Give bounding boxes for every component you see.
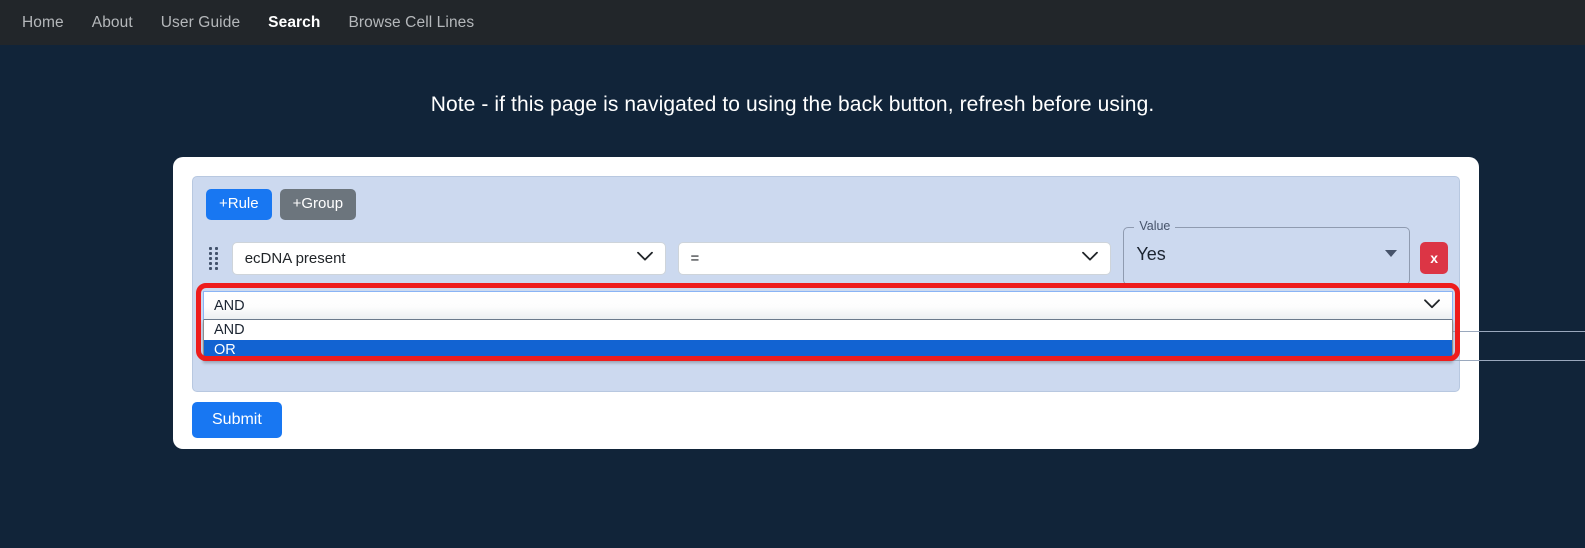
nav-link-about[interactable]: About <box>78 8 147 38</box>
chevron-down-icon <box>1424 297 1440 313</box>
field-outline <box>1123 227 1411 285</box>
rule-field-select[interactable]: ecDNA present <box>231 241 666 275</box>
add-group-button[interactable]: +Group <box>279 189 357 220</box>
submit-button[interactable]: Submit <box>192 402 282 438</box>
rule-value-text: Yes <box>1136 244 1166 264</box>
combinator-option-list: AND OR <box>203 320 1453 361</box>
caret-down-icon <box>1385 250 1398 257</box>
rule-row: ecDNA present = Value Yes x <box>206 219 1448 285</box>
rule-value-select[interactable]: Value Yes <box>1123 219 1411 285</box>
page-note: Note - if this page is navigated to usin… <box>430 93 1155 116</box>
nav-link-home[interactable]: Home <box>8 8 78 38</box>
chevron-down-icon <box>1082 249 1099 266</box>
delete-rule-button[interactable]: x <box>1420 242 1448 274</box>
rule-operator-value: = <box>690 249 700 267</box>
combinator-select-closed[interactable]: AND <box>203 291 1453 320</box>
rule-value-label: Value <box>1134 219 1176 234</box>
combinator-option-or[interactable]: OR <box>204 340 1452 360</box>
navbar: Home About User Guide Search Browse Cell… <box>0 0 1585 45</box>
add-rule-button[interactable]: +Rule <box>206 189 272 220</box>
rule-operator-select[interactable]: = <box>677 241 1112 275</box>
nav-link-browse-cell-lines[interactable]: Browse Cell Lines <box>334 8 488 38</box>
drag-handle-icon[interactable] <box>206 246 222 270</box>
chevron-down-icon <box>636 249 653 266</box>
combinator-select[interactable]: AND AND OR <box>203 291 1453 361</box>
rule-field-value: ecDNA present <box>244 249 346 267</box>
combinator-option-and[interactable]: AND <box>204 320 1452 340</box>
query-builder-toolbar: +Rule +Group <box>206 189 357 220</box>
nav-link-user-guide[interactable]: User Guide <box>147 8 254 38</box>
nav-link-search[interactable]: Search <box>254 8 334 38</box>
combinator-selected-value: AND <box>214 297 245 314</box>
